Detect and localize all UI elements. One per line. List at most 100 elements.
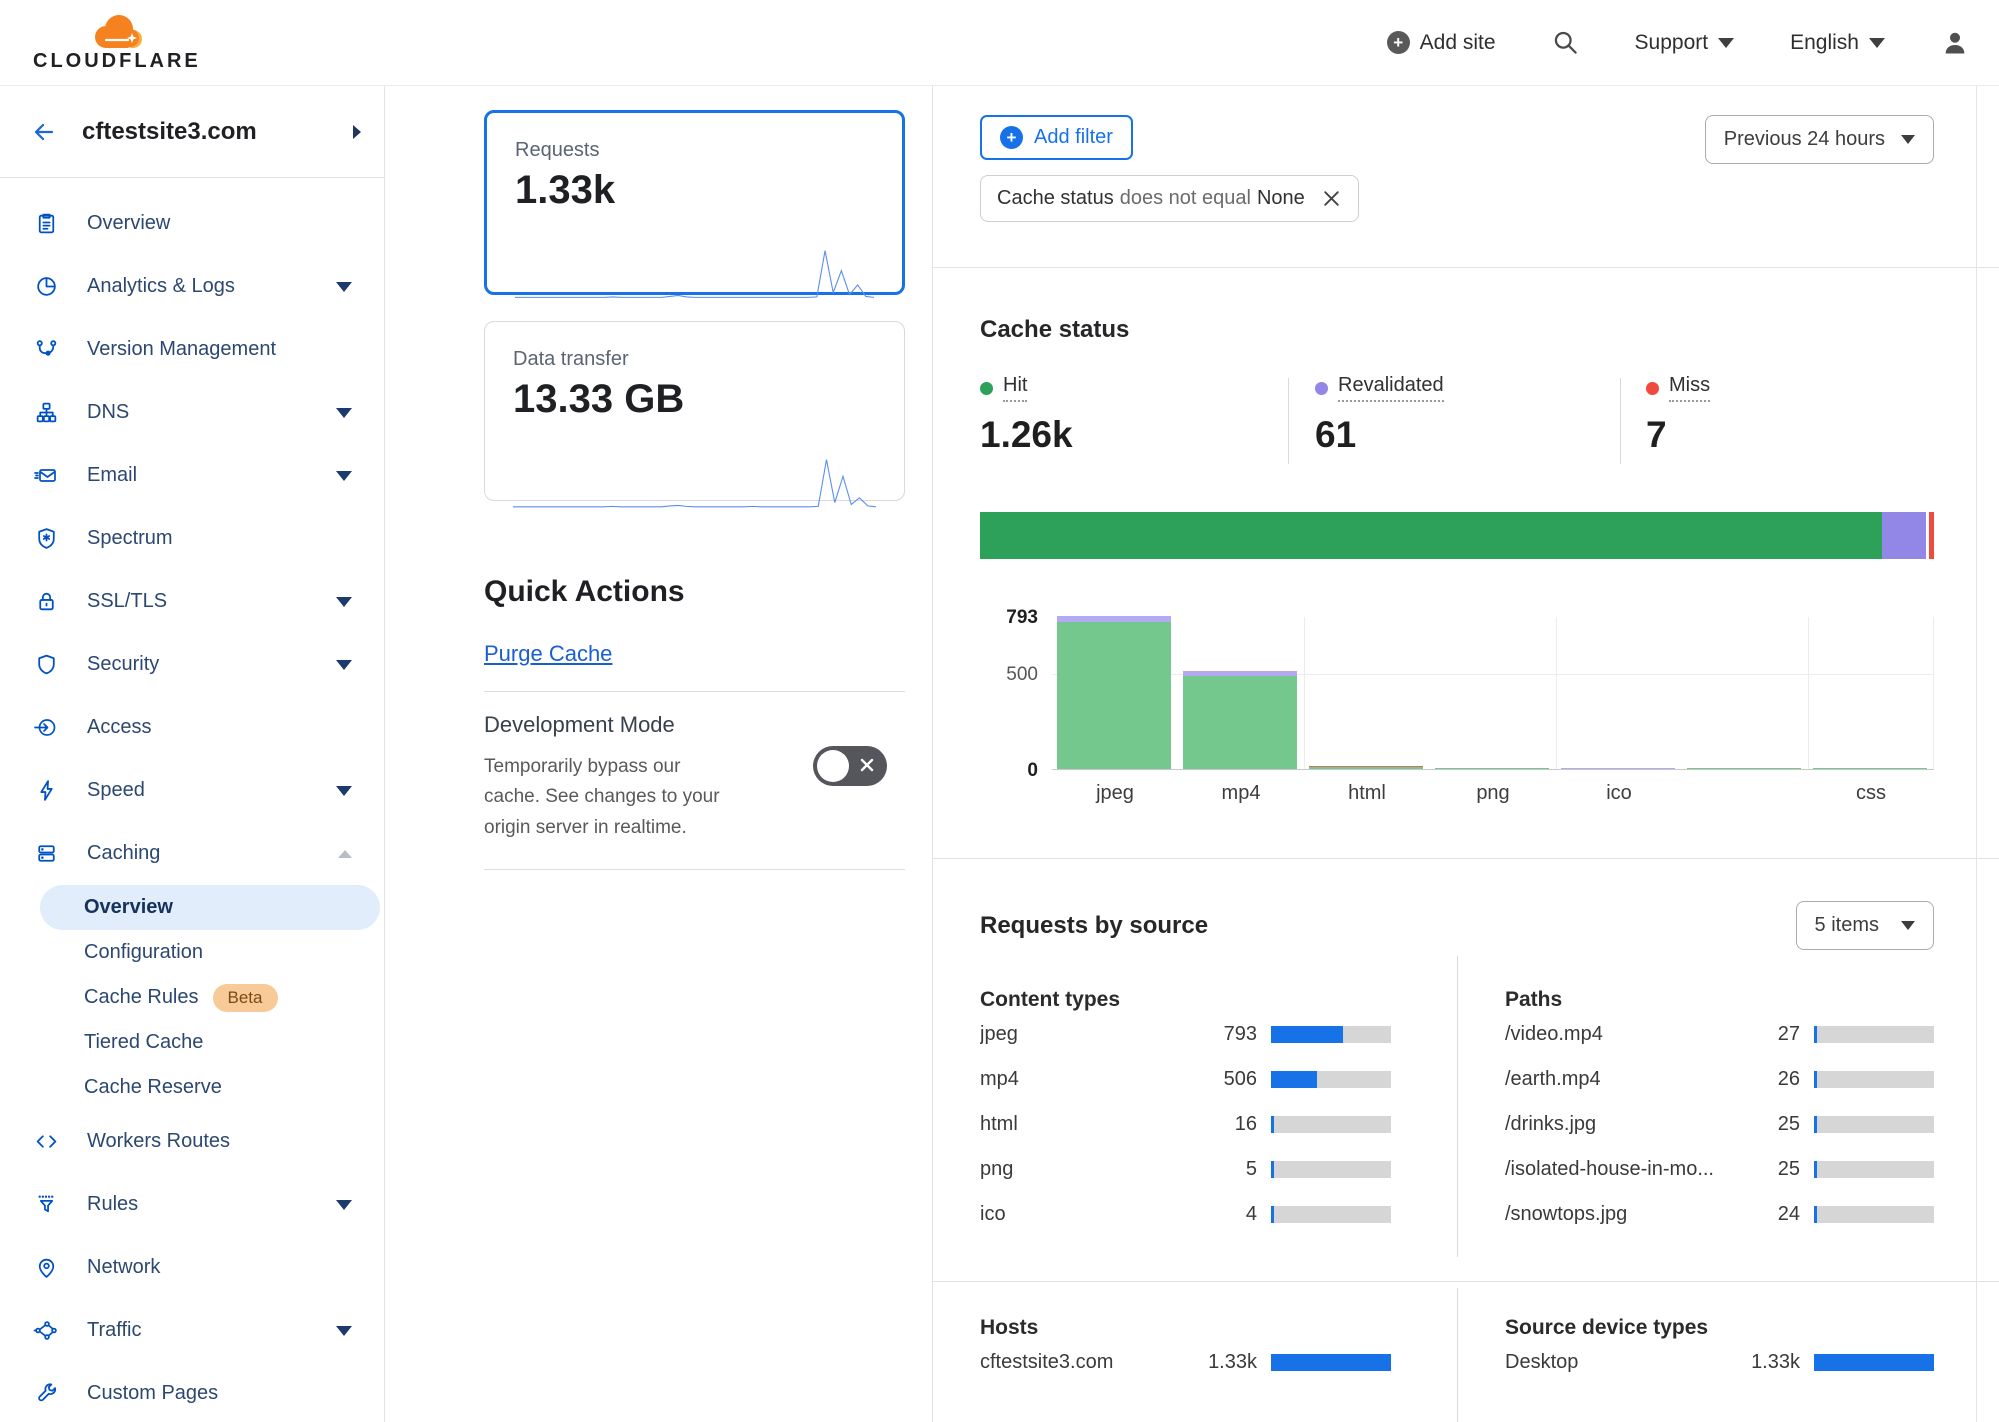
add-site-button[interactable]: + Add site [1387,31,1496,55]
row-label: /isolated-house-in-mo... [1505,1158,1728,1181]
support-menu[interactable]: Support [1635,31,1735,55]
site-switcher[interactable]: cftestsite3.com [0,86,384,178]
top-bar: CLOUDFLARE + Add site Support English [0,0,1999,86]
table-row[interactable]: mp4 506 [980,1057,1391,1102]
stacked-bar-segment-hit [980,512,1882,559]
divider [933,267,1999,268]
development-mode-title: Development Mode [484,712,905,738]
chevron-up-icon [338,850,352,858]
purge-cache-link[interactable]: Purge Cache [484,641,612,667]
sidebar-subitem-tiered-cache[interactable]: Tiered Cache [40,1020,380,1065]
language-menu[interactable]: English [1790,31,1885,55]
sidebar-item-caching[interactable]: Caching [0,822,384,885]
row-label: mp4 [980,1068,1185,1091]
cache-stat-value: 61 [1315,414,1444,456]
metric-card-label: Data transfer [513,348,876,371]
sidebar-item-speed[interactable]: Speed [0,759,384,822]
row-label: ico [980,1203,1185,1226]
scrollbar-track[interactable] [1976,86,1977,1422]
metric-card-value: 1.33k [515,168,874,213]
sidebar-subitem-label: Tiered Cache [84,1031,203,1054]
chart-plot-area [1052,617,1934,770]
back-arrow-icon[interactable] [30,120,58,144]
source-tables-bottom: Hostscftestsite3.com 1.33k Source device… [980,1282,1934,1385]
filter-chip[interactable]: Cache status does not equal None [980,175,1359,222]
sidebar-item-workers-routes[interactable]: Workers Routes [0,1110,384,1173]
y-axis-tick: 500 [1006,664,1038,686]
row-label: html [980,1113,1185,1136]
development-mode-description: Temporarily bypass our cache. See change… [484,752,740,843]
chart-y-axis: 7935000 [980,617,1052,810]
chevron-down-icon [1901,921,1915,930]
search-icon[interactable] [1552,29,1579,56]
bar-segment-hit [1435,768,1549,769]
table-row[interactable]: html 16 [980,1102,1391,1147]
x-axis-tick: mp4 [1178,782,1304,805]
development-mode-row: Development Mode Temporarily bypass our … [484,712,905,843]
table-row[interactable]: /isolated-house-in-mo... 25 [1505,1147,1934,1192]
sidebar-item-traffic[interactable]: Traffic [0,1299,384,1362]
sidebar-item-label: DNS [87,401,129,424]
cache-stat-label[interactable]: Revalidated [1315,374,1444,402]
sidebar-item-security[interactable]: Security [0,633,384,696]
items-count-dropdown[interactable]: 5 items [1796,901,1934,950]
table-row[interactable]: Desktop 1.33k [1505,1340,1934,1385]
sidebar-item-analytics-logs[interactable]: Analytics & Logs [0,255,384,318]
development-mode-toggle[interactable] [813,746,887,786]
row-value: 5 [1185,1158,1257,1181]
row-bar [1814,1161,1934,1178]
sidebar-subitem-cache-reserve[interactable]: Cache Reserve [40,1065,380,1110]
row-bar [1271,1071,1391,1088]
divider [933,858,1999,859]
row-value: 25 [1728,1113,1800,1136]
sidebar-item-dns[interactable]: DNS [0,381,384,444]
cache-stat-label[interactable]: Miss [1646,374,1710,402]
table-row[interactable]: /snowtops.jpg 24 [1505,1192,1934,1237]
chevron-right-icon[interactable] [350,122,364,142]
sidebar-item-overview[interactable]: Overview [0,192,384,255]
shield-icon [33,652,59,677]
language-label: English [1790,31,1859,55]
server-stack-icon [33,841,59,866]
sidebar-item-version-management[interactable]: Version Management [0,318,384,381]
row-label: /drinks.jpg [1505,1113,1728,1136]
sidebar-item-access[interactable]: Access [0,696,384,759]
sidebar-item-ssl-tls[interactable]: SSL/TLS [0,570,384,633]
cache-stat-hit: Hit 1.26k [980,374,1073,456]
metric-card-data-transfer[interactable]: Data transfer 13.33 GB [484,321,905,501]
table-row[interactable]: jpeg 793 [980,1012,1391,1057]
user-avatar-icon[interactable] [1941,29,1969,57]
sidebar-subitem-cache-rules[interactable]: Cache RulesBeta [40,975,380,1020]
table-row[interactable]: /drinks.jpg 25 [1505,1102,1934,1147]
legend-dot-icon [1315,382,1328,395]
time-range-dropdown[interactable]: Previous 24 hours [1705,115,1934,164]
sidebar: cftestsite3.com Overview Analytics & Log… [0,86,385,1422]
cache-stat-label[interactable]: Hit [980,374,1027,402]
row-bar [1271,1161,1391,1178]
table-row[interactable]: cftestsite3.com 1.33k [980,1340,1391,1385]
table-row[interactable]: /earth.mp4 26 [1505,1057,1934,1102]
sidebar-item-label: Analytics & Logs [87,275,235,298]
sidebar-item-email[interactable]: Email [0,444,384,507]
chevron-down-icon [336,408,352,418]
row-bar [1271,1354,1391,1371]
sidebar-item-label: Version Management [87,338,276,361]
add-filter-button[interactable]: + Add filter [980,115,1133,160]
bar-unlabeled [1687,768,1801,769]
row-value: 1.33k [1728,1351,1800,1374]
sidebar-item-network[interactable]: Network [0,1236,384,1299]
metric-card-requests[interactable]: Requests 1.33k [484,110,905,295]
divider [1288,378,1289,464]
sidebar-subitem-overview[interactable]: Overview [40,885,380,930]
sidebar-subitem-configuration[interactable]: Configuration [40,930,380,975]
row-bar [1814,1354,1934,1371]
sidebar-item-rules[interactable]: Rules [0,1173,384,1236]
table-row[interactable]: png 5 [980,1147,1391,1192]
chart-x-axis: jpegmp4htmlpngicocss [1052,770,1934,810]
row-value: 1.33k [1185,1351,1257,1374]
sidebar-item-custom-pages[interactable]: Custom Pages [0,1362,384,1422]
close-icon[interactable] [1321,188,1342,209]
table-row[interactable]: ico 4 [980,1192,1391,1237]
table-row[interactable]: /video.mp4 27 [1505,1012,1934,1057]
sidebar-item-spectrum[interactable]: Spectrum [0,507,384,570]
